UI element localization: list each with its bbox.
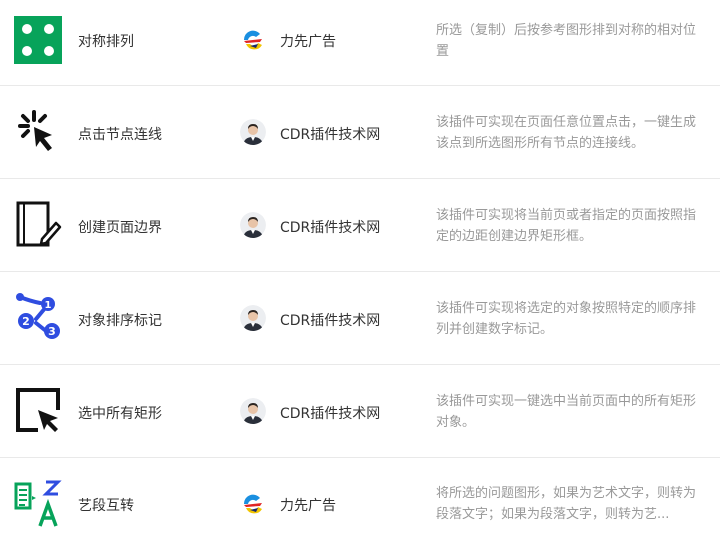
plugin-description: 将所选的问题图形，如果为艺术文字，则转为段落文字；如果为段落文字，则转为艺... xyxy=(436,486,697,522)
page-border-icon[interactable] xyxy=(14,201,62,249)
plugin-row[interactable]: 点击节点连线 CDR插件技术网 该插件可实现在页面任意位置点击，一键生成该点到所… xyxy=(0,86,720,179)
lixian-logo xyxy=(240,491,266,517)
author-name[interactable]: 力先广告 xyxy=(280,495,336,515)
symmetric-arrange-icon[interactable] xyxy=(14,16,62,64)
person-avatar xyxy=(240,212,266,238)
plugin-row[interactable]: 艺段互转 力先广告 将所选的问题图形，如果为艺术文字，则转为段落文字；如果为段落… xyxy=(0,458,720,545)
svg-text:2: 2 xyxy=(22,315,30,328)
select-rectangles-icon[interactable] xyxy=(14,386,62,434)
author-name[interactable]: CDR插件技术网 xyxy=(280,310,380,330)
plugin-name[interactable]: 点击节点连线 xyxy=(78,124,162,144)
svg-text:1: 1 xyxy=(45,300,52,311)
author-name[interactable]: CDR插件技术网 xyxy=(280,124,380,144)
click-connect-icon[interactable] xyxy=(14,108,62,156)
plugin-name[interactable]: 选中所有矩形 xyxy=(78,403,162,423)
person-avatar xyxy=(240,305,266,331)
author-name[interactable]: CDR插件技术网 xyxy=(280,217,380,237)
plugin-description: 该插件可实现将选定的对象按照特定的顺序排列并创建数字标记。 xyxy=(436,301,697,337)
plugin-row[interactable]: 1 2 3 对象排序标记 CDR插件技术网 该插件可实现将选定的对象按照特定的顺… xyxy=(0,272,720,365)
svg-text:3: 3 xyxy=(48,325,56,338)
author-name[interactable]: CDR插件技术网 xyxy=(280,403,380,423)
text-convert-icon[interactable] xyxy=(14,480,62,528)
plugin-name[interactable]: 创建页面边界 xyxy=(78,217,162,237)
lixian-logo xyxy=(240,27,266,53)
plugin-description: 该插件可实现将当前页或者指定的页面按照指定的边距创建边界矩形框。 xyxy=(436,208,697,244)
numbered-sort-icon[interactable]: 1 2 3 xyxy=(14,293,62,341)
plugin-row[interactable]: 对称排列 力先广告 所选（复制）后按参考图形排到对称的相对位置 xyxy=(0,0,720,86)
person-avatar xyxy=(240,398,266,424)
plugin-name[interactable]: 对象排序标记 xyxy=(78,310,162,330)
plugin-description: 该插件可实现一键选中当前页面中的所有矩形对象。 xyxy=(436,394,697,430)
plugin-description: 该插件可实现在页面任意位置点击，一键生成该点到所选图形所有节点的连接线。 xyxy=(436,115,697,151)
plugin-description: 所选（复制）后按参考图形排到对称的相对位置 xyxy=(436,23,697,59)
plugin-name[interactable]: 艺段互转 xyxy=(78,495,134,515)
plugin-row[interactable]: 创建页面边界 CDR插件技术网 该插件可实现将当前页或者指定的页面按照指定的边距… xyxy=(0,179,720,272)
plugin-name[interactable]: 对称排列 xyxy=(78,31,134,51)
person-avatar xyxy=(240,119,266,145)
plugin-list: 对称排列 力先广告 所选（复制）后按参考图形排到对称的相对位置 点击节点连线 C… xyxy=(0,0,720,545)
plugin-row[interactable]: 选中所有矩形 CDR插件技术网 该插件可实现一键选中当前页面中的所有矩形对象。 xyxy=(0,365,720,458)
author-name[interactable]: 力先广告 xyxy=(280,31,336,51)
